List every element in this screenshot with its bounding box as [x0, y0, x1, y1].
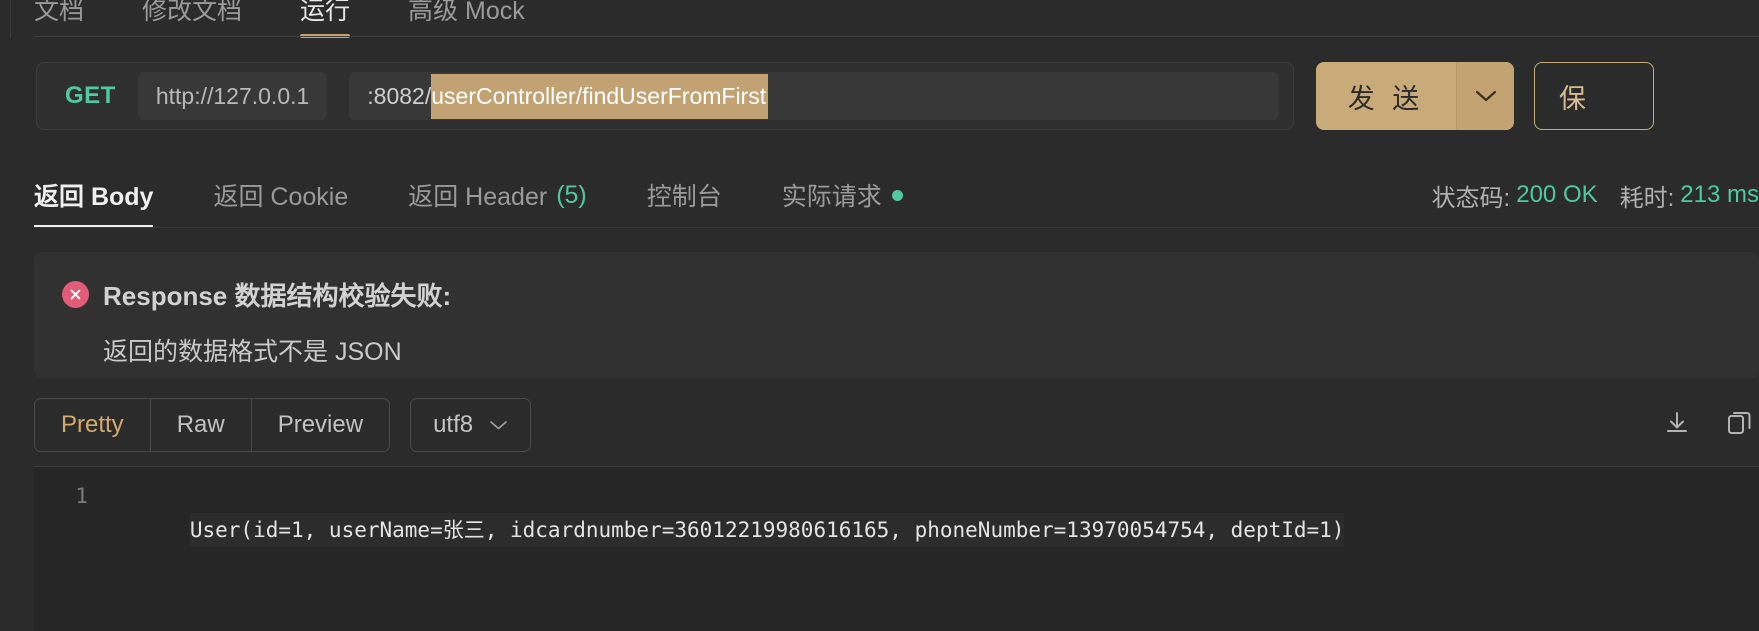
top-tab-divider	[34, 36, 1759, 37]
line-number-gutter: 1	[34, 467, 106, 631]
top-tab-edit-doc-label: 修改文档	[142, 0, 243, 25]
line-number: 1	[75, 484, 88, 508]
save-button-label: 保	[1559, 83, 1586, 114]
top-tab-advanced-mock-label: 高级 Mock	[408, 0, 525, 25]
view-mode-pretty-label: Pretty	[61, 411, 124, 438]
send-options-dropdown[interactable]	[1456, 62, 1514, 130]
view-mode-raw-label: Raw	[176, 411, 225, 438]
tab-console[interactable]: 控制台	[647, 162, 722, 228]
code-line: User(id=1, userName=张三, idcardnumber=360…	[189, 513, 1345, 547]
status-code-label: 状态码:	[1431, 184, 1511, 212]
elapsed-time-label: 耗时:	[1619, 184, 1675, 212]
error-detail-text: 返回的数据格式不是 JSON	[103, 338, 402, 366]
tab-actual-request-label: 实际请求	[781, 183, 882, 211]
body-action-icons	[1663, 409, 1759, 442]
tab-response-header-label: 返回 Header	[408, 183, 548, 211]
api-debug-panel: 文档 修改文档 运行 高级 Mock GET http://127.0.0.1 …	[0, 0, 1759, 631]
schema-validation-error-panel: Response 数据结构校验失败: 返回的数据格式不是 JSON	[34, 252, 1759, 378]
top-tab-run[interactable]: 运行	[300, 0, 351, 38]
request-url-row: GET http://127.0.0.1 :8082/userControlle…	[36, 62, 1759, 130]
tab-response-cookie-label: 返回 Cookie	[213, 183, 349, 211]
send-button-group[interactable]: 发 送	[1316, 62, 1514, 130]
save-button[interactable]: 保	[1534, 62, 1654, 130]
path-selected-text: userController/findUserFromFirst	[431, 73, 769, 119]
path-prefix-text: :8082/	[367, 82, 432, 109]
view-mode-preview-label: Preview	[277, 411, 364, 438]
response-body-content[interactable]: User(id=1, userName=张三, idcardnumber=360…	[106, 467, 1759, 631]
http-method-label[interactable]: GET	[51, 82, 138, 110]
url-input-group[interactable]: GET http://127.0.0.1 :8082/userControlle…	[36, 62, 1294, 130]
top-tab-doc-label: 文档	[34, 0, 85, 25]
encoding-select-value: utf8	[433, 411, 474, 438]
send-button[interactable]: 发 送	[1316, 62, 1456, 130]
header-count-badge: (5)	[556, 180, 587, 209]
path-input[interactable]: :8082/userController/findUserFromFirst	[349, 72, 1279, 120]
tab-actual-request[interactable]: 实际请求	[782, 162, 903, 228]
body-format-toolbar: Pretty Raw Preview utf8	[34, 398, 1759, 452]
top-tab-doc[interactable]: 文档	[34, 0, 84, 38]
tab-response-body-label: 返回 Body	[34, 183, 154, 211]
error-title-row: Response 数据结构校验失败:	[62, 276, 1759, 313]
tab-response-body[interactable]: 返回 Body	[34, 162, 154, 228]
response-tab-bar: 返回 Body 返回 Cookie 返回 Header (5) 控制台 实际请求…	[34, 162, 1759, 228]
response-tab-divider	[34, 227, 1759, 228]
document-tab-bar: 文档 修改文档 运行 高级 Mock	[0, 0, 1759, 38]
actual-request-indicator-dot	[891, 189, 903, 201]
chevron-down-icon	[489, 419, 508, 431]
top-tab-edit-doc[interactable]: 修改文档	[142, 0, 242, 38]
tab-response-cookie[interactable]: 返回 Cookie	[213, 162, 348, 228]
top-tab-advanced-mock[interactable]: 高级 Mock	[408, 0, 525, 38]
status-code-value: 200 OK	[1516, 181, 1598, 208]
error-title-text: Response 数据结构校验失败:	[103, 281, 452, 311]
chevron-down-icon	[1475, 89, 1497, 103]
response-status-summary: 状态码: 200 OK 耗时: 213 ms	[1432, 178, 1759, 213]
tab-console-label: 控制台	[646, 183, 722, 211]
elapsed-time-value: 213 ms	[1680, 181, 1759, 208]
copy-icon[interactable]	[1725, 409, 1753, 442]
body-view-mode-group: Pretty Raw Preview	[34, 398, 391, 452]
download-icon[interactable]	[1663, 409, 1691, 442]
top-tab-run-label: 运行	[300, 0, 351, 25]
tab-response-header[interactable]: 返回 Header (5)	[408, 162, 587, 228]
encoding-select[interactable]: utf8	[410, 398, 532, 452]
host-input[interactable]: http://127.0.0.1	[137, 72, 328, 120]
error-circle-x-icon	[62, 281, 89, 308]
response-body-viewer[interactable]: 1 User(id=1, userName=张三, idcardnumber=3…	[34, 466, 1759, 631]
view-mode-preview[interactable]: Preview	[252, 399, 389, 451]
view-mode-raw[interactable]: Raw	[151, 399, 252, 451]
view-mode-pretty[interactable]: Pretty	[35, 399, 151, 451]
